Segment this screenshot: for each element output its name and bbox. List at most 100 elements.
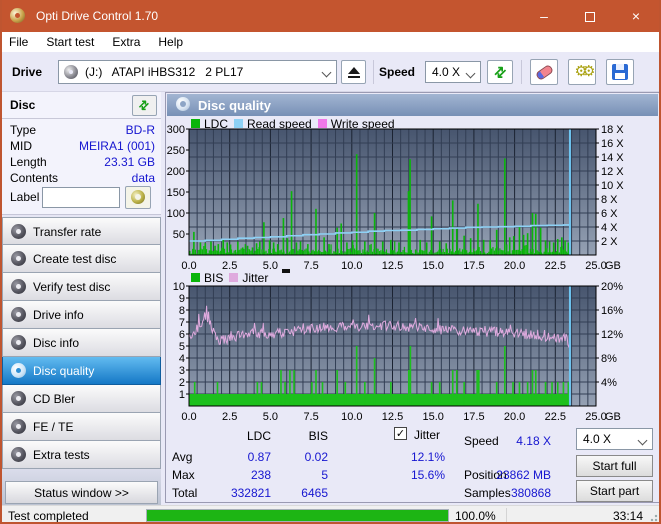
legend-dash-marker [282,269,290,273]
menu-file[interactable]: File [2,32,37,52]
chart-header-title: Disc quality [198,98,271,113]
toolbar: Drive (J:) ATAPI iHBS312 2 PL17 Speed 4.… [2,52,659,92]
sidebar-item-label: FE / TE [33,420,74,434]
svg-text:15.0: 15.0 [422,260,443,272]
drive-label: Drive [12,65,43,79]
svg-text:100: 100 [167,208,185,220]
stats-row-total-label: Total [172,486,198,500]
disc-label-label: Label [10,190,40,204]
svg-text:20%: 20% [601,281,623,293]
svg-text:22.5: 22.5 [545,260,566,272]
minimize-icon[interactable]: – [521,0,567,32]
menubar: File Start test Extra Help [2,32,659,52]
svg-text:5.0: 5.0 [263,411,278,423]
progress-percent: 100.0% [455,509,496,523]
svg-text:2 X: 2 X [601,236,618,248]
main-panel: Disc quality LDC Read speed Write speed 30… [165,92,659,503]
drive-select-value: (J:) ATAPI iHBS312 2 PL17 [85,65,244,79]
eject-icon [347,67,360,78]
disc-label-row: Label [2,186,161,211]
speed-select-value: 4.0 X [432,65,461,79]
jitter-checkbox[interactable]: ✓ [394,427,407,440]
sidebar-item-transfer-rate[interactable]: Transfer rate [2,217,161,245]
toolbar-separator [373,60,374,84]
sidebar-item-label: Extra tests [33,448,90,462]
sidebar-item-disc-info[interactable]: Disc info [2,329,161,357]
resize-grip-icon[interactable] [650,514,658,522]
sidebar-item-label: CD Bler [33,392,76,406]
start-full-button[interactable]: Start full [576,455,653,477]
ldc-chart-plot: 300 250 200 150 100 50 18 X 16 X 14 X 12 X 10 X 8 X… [167,124,624,272]
erase-disc-button[interactable] [530,59,558,85]
disc-mid-label: MID [10,139,32,153]
svg-text:10.0: 10.0 [341,411,362,423]
speed-select[interactable]: 4.0 X [425,61,481,83]
disc-mid-row: MID MEIRA1 (001) [2,139,161,155]
samples-info-value: 380868 [510,486,551,500]
menu-help[interactable]: Help [149,32,192,52]
sidebar-item-drive-info[interactable]: Drive info [2,301,161,329]
avg-jitter-value: 12.1% [410,450,445,464]
svg-text:12.5: 12.5 [382,411,403,423]
settings-button[interactable]: ⚙⚙ [568,59,596,85]
disc-icon [11,447,26,462]
status-window-button[interactable]: Status window >> [5,481,158,504]
disc-label-input[interactable] [42,187,120,208]
sidebar-item-fe-te[interactable]: FE / TE [2,413,161,441]
svg-text:7: 7 [179,317,185,329]
svg-text:17.5: 17.5 [463,411,484,423]
app-window: Opti Drive Control 1.70 – × File Start t… [0,0,661,524]
svg-text:12.5: 12.5 [382,260,403,272]
disc-icon [11,224,26,239]
svg-text:4: 4 [179,353,185,365]
max-bis-value: 5 [321,468,328,482]
svg-text:2: 2 [179,377,185,389]
write-label-button[interactable] [125,186,151,209]
menu-extra[interactable]: Extra [103,32,149,52]
sidebar-item-verify-test-disc[interactable]: Verify test disc [2,273,161,301]
disc-icon [11,363,26,378]
svg-text:200: 200 [167,166,185,178]
progress-bar [146,509,449,522]
sidebar-item-label: Drive info [33,308,84,322]
start-part-button[interactable]: Start part [576,480,653,502]
svg-text:22.5: 22.5 [545,411,566,423]
sidebar-item-cd-bler[interactable]: CD Bler [2,385,161,413]
chart-header: Disc quality [167,94,658,116]
disc-icon [11,391,26,406]
svg-text:15.0: 15.0 [422,411,443,423]
save-button[interactable] [606,59,634,85]
refresh-icon: ⇄ [490,62,510,82]
svg-text:16 X: 16 X [601,138,624,150]
svg-text:4 X: 4 X [601,222,618,234]
disc-icon [131,190,145,204]
svg-text:50: 50 [173,229,185,241]
sidebar-item-disc-quality[interactable]: Disc quality [2,357,161,385]
svg-text:8 X: 8 X [601,194,618,206]
progress-fill [147,510,448,521]
svg-text:17.5: 17.5 [463,260,484,272]
sidebar-item-extra-tests[interactable]: Extra tests [2,441,161,469]
refresh-button[interactable]: ⇄ [487,60,513,84]
maximize-icon[interactable] [567,0,613,32]
disc-refresh-button[interactable]: ⇄ [132,95,157,116]
svg-text:8%: 8% [601,353,617,365]
svg-text:7.5: 7.5 [303,411,318,423]
disc-contents-value[interactable]: data [132,171,155,185]
app-disc-icon [10,8,25,26]
menu-start-test[interactable]: Start test [37,32,103,52]
refresh-icon: ⇄ [135,96,153,114]
disc-icon [11,335,26,350]
sidebar-item-create-test-disc[interactable]: Create test disc [2,245,161,273]
close-icon[interactable]: × [613,0,659,32]
svg-text:25.0: 25.0 [585,260,606,272]
svg-text:10: 10 [173,281,185,293]
svg-text:25.0: 25.0 [585,411,606,423]
disc-panel-title: Disc [10,98,36,112]
disc-type-label: Type [10,123,37,137]
disc-icon [11,251,26,266]
test-speed-select[interactable]: 4.0 X [576,428,653,450]
drive-select[interactable]: (J:) ATAPI iHBS312 2 PL17 [58,60,337,84]
total-bis-value: 6465 [301,486,328,500]
eject-button[interactable] [341,60,366,84]
